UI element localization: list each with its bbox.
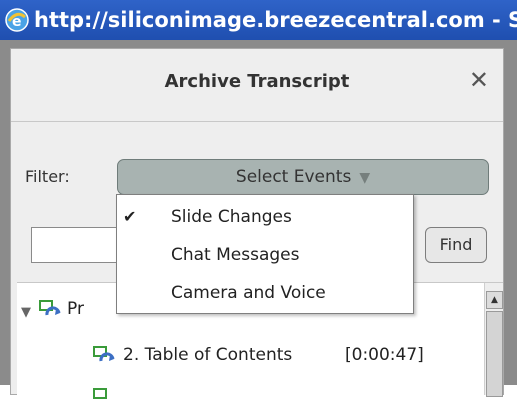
menu-item-label: Chat Messages [171,245,300,265]
dialog-title: Archive Transcript [164,71,350,92]
scroll-thumb[interactable] [486,311,503,397]
slide-refresh-icon [93,346,115,362]
close-icon[interactable]: ✕ [469,67,489,93]
dialog-header: Archive Transcript ✕ [11,49,503,122]
browser-title-bar: e http://siliconimage.breezecentral.com … [0,0,517,40]
window-title: http://siliconimage.breezecentral.com - … [34,8,517,32]
presentation-refresh-icon [39,300,61,316]
menu-item-label: Slide Changes [171,207,292,227]
checkmark-icon: ✔ [123,207,137,226]
expand-arrow-icon[interactable]: ▼ [21,305,31,320]
tree-scrollbar[interactable]: ▲ [484,283,503,397]
svg-text:e: e [12,14,22,30]
slide-refresh-icon [93,388,107,399]
chevron-down-icon: ▼ [359,170,371,186]
events-dropdown-menu: ✔ Slide Changes Chat Messages Camera and… [116,194,414,314]
scroll-up-icon[interactable]: ▲ [486,291,503,309]
menu-item-label: Camera and Voice [171,283,326,303]
internet-explorer-icon: e [5,8,29,32]
filter-label: Filter: [25,167,70,186]
tree-root-label: Pr [67,299,84,319]
menu-item-slide-changes[interactable]: ✔ Slide Changes [117,199,413,235]
menu-item-camera-and-voice[interactable]: Camera and Voice [117,275,413,311]
tree-item-label: 2. Table of Contents [123,345,293,365]
find-button[interactable]: Find [425,227,487,263]
select-events-label: Select Events [235,167,352,187]
select-events-button[interactable]: Select Events ▼ [117,159,489,195]
tree-item-time: [0:00:47] [345,345,424,365]
search-input[interactable] [31,227,123,263]
menu-item-chat-messages[interactable]: Chat Messages [117,237,413,273]
